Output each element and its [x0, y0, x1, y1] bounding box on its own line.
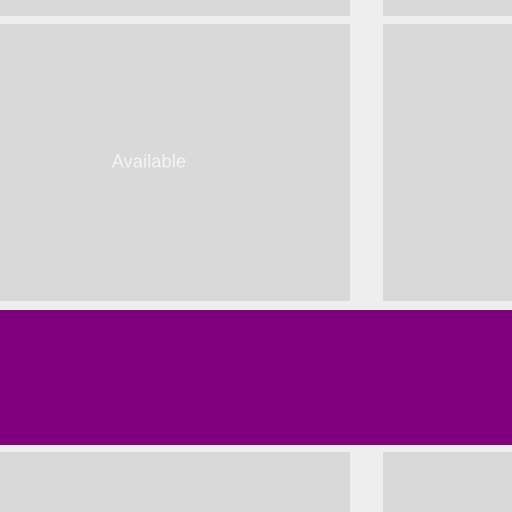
tile-bottom-left[interactable]: [0, 452, 350, 512]
purple-banner[interactable]: [0, 310, 512, 445]
tile-top-right[interactable]: [383, 0, 512, 16]
tile-available[interactable]: Available: [0, 24, 350, 301]
tile-bottom-right[interactable]: [383, 452, 512, 512]
tile-grid: Available: [0, 0, 512, 512]
tile-top-left[interactable]: [0, 0, 350, 16]
tile-middle-right[interactable]: [383, 24, 512, 301]
tile-available-label: Available: [111, 151, 187, 172]
